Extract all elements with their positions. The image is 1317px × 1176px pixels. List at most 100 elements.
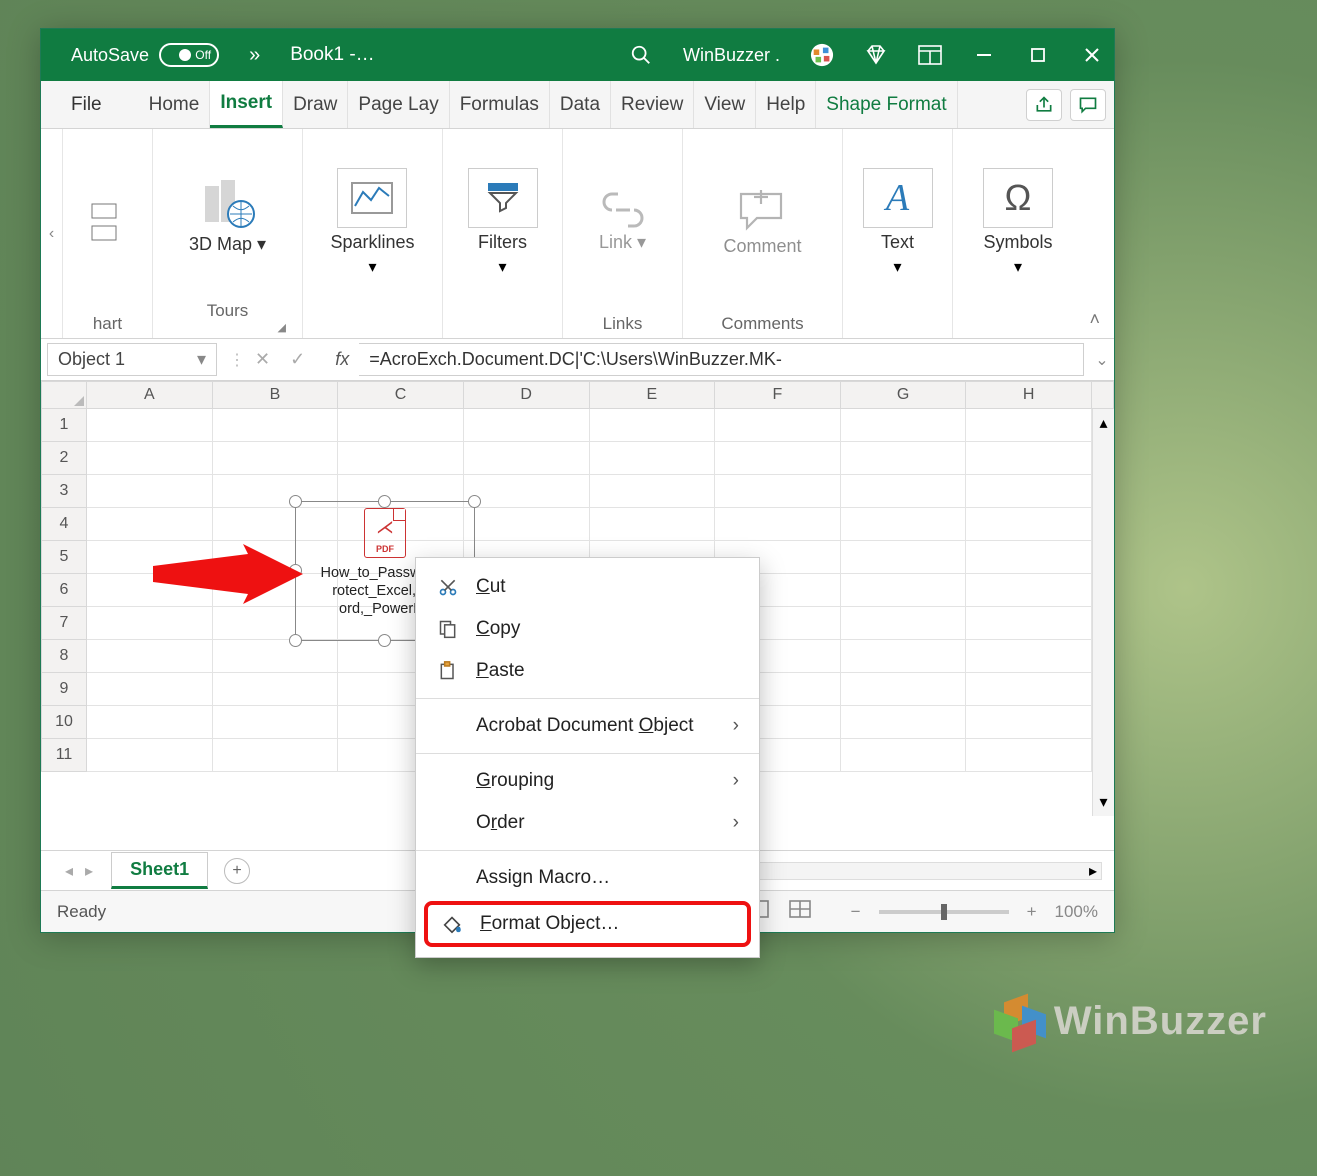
enter-icon[interactable]: ✓ xyxy=(290,349,305,370)
tab-home[interactable]: Home xyxy=(139,81,211,128)
row-header[interactable]: 3 xyxy=(41,475,87,508)
ribbon-scroll-left[interactable]: ‹ xyxy=(41,129,63,338)
zoom-out-button[interactable]: − xyxy=(851,902,861,922)
row-header[interactable]: 5 xyxy=(41,541,87,574)
cancel-icon[interactable]: ✕ xyxy=(255,349,270,370)
sheet-next-icon[interactable]: ▸ xyxy=(85,861,93,881)
row-header[interactable]: 10 xyxy=(41,706,87,739)
row-header[interactable]: 7 xyxy=(41,607,87,640)
column-header[interactable]: G xyxy=(841,381,967,409)
chevron-down-icon[interactable]: ▾ xyxy=(1014,257,1022,277)
column-header[interactable]: D xyxy=(464,381,590,409)
collapse-ribbon-icon[interactable]: ˄ xyxy=(1089,309,1100,330)
share-button[interactable] xyxy=(1026,89,1062,121)
row-header[interactable]: 9 xyxy=(41,673,87,706)
menu-acrobat-document-object[interactable]: Acrobat Document Object › xyxy=(416,705,759,747)
tab-formulas[interactable]: Formulas xyxy=(450,81,550,128)
zoom-in-button[interactable]: + xyxy=(1027,902,1037,922)
tab-shape-format[interactable]: Shape Format xyxy=(816,81,957,128)
row-header[interactable]: 8 xyxy=(41,640,87,673)
column-header[interactable]: A xyxy=(87,381,213,409)
account-name[interactable]: WinBuzzer . xyxy=(683,45,780,66)
scroll-right-icon[interactable]: ▸ xyxy=(1089,861,1097,881)
column-header[interactable]: E xyxy=(590,381,716,409)
fx-icon[interactable]: fx xyxy=(335,349,349,370)
globe-map-icon[interactable] xyxy=(197,178,257,230)
tab-review[interactable]: Review xyxy=(611,81,694,128)
filters-icon[interactable] xyxy=(468,168,538,228)
diamond-icon[interactable] xyxy=(864,43,888,67)
map-button-label[interactable]: 3D Map ▾ xyxy=(189,234,266,255)
column-header[interactable]: H xyxy=(966,381,1092,409)
sparklines-icon[interactable] xyxy=(337,168,407,228)
sparklines-button[interactable]: Sparklines xyxy=(330,232,414,253)
view-page-break-icon[interactable] xyxy=(789,900,811,923)
maximize-button[interactable] xyxy=(1026,43,1050,67)
horizontal-scrollbar[interactable]: ◂ ▸ xyxy=(742,862,1102,880)
chevron-down-icon[interactable]: ▾ xyxy=(368,257,376,277)
tab-page-layout[interactable]: Page Lay xyxy=(348,81,449,128)
formula-input[interactable]: =AcroExch.Document.DC|'C:\Users\WinBuzze… xyxy=(359,343,1084,376)
column-header[interactable]: B xyxy=(213,381,339,409)
comment-button: Comment xyxy=(723,236,801,257)
status-ready: Ready xyxy=(57,902,106,922)
document-title: Book1 -… xyxy=(290,44,374,66)
expand-formula-icon[interactable]: ⌄ xyxy=(1090,339,1114,380)
zoom-slider[interactable] xyxy=(879,910,1009,914)
group-label-comments: Comments xyxy=(721,308,803,334)
quick-access-overflow-icon[interactable]: » xyxy=(249,44,260,67)
text-button[interactable]: Text xyxy=(881,232,914,253)
column-header[interactable]: F xyxy=(715,381,841,409)
column-header[interactable]: C xyxy=(338,381,464,409)
chevron-right-icon: › xyxy=(733,715,739,737)
group-label: hart xyxy=(93,308,122,334)
row-header[interactable]: 1 xyxy=(41,409,87,442)
menu-cut[interactable]: Cut xyxy=(416,566,759,608)
menu-copy[interactable]: Copy xyxy=(416,608,759,650)
row-header[interactable]: 2 xyxy=(41,442,87,475)
scroll-up-icon[interactable]: ▴ xyxy=(1099,413,1107,433)
filters-button[interactable]: Filters xyxy=(478,232,527,253)
sheet-prev-icon[interactable]: ◂ xyxy=(65,861,73,881)
zoom-percent[interactable]: 100% xyxy=(1055,902,1098,922)
scissors-icon xyxy=(436,577,460,597)
titlebar: AutoSave Off » Book1 -… WinBuzzer . xyxy=(41,29,1114,81)
vertical-scrollbar[interactable]: ▴ ▾ xyxy=(1092,409,1114,816)
row-header[interactable]: 11 xyxy=(41,739,87,772)
tab-file[interactable]: File xyxy=(49,81,124,128)
chevron-right-icon: › xyxy=(733,812,739,834)
chart-partial-icon[interactable] xyxy=(88,198,128,248)
sheet-tab-sheet1[interactable]: Sheet1 xyxy=(111,852,208,889)
tab-view[interactable]: View xyxy=(694,81,756,128)
symbols-button[interactable]: Symbols xyxy=(983,232,1052,253)
comments-pane-button[interactable] xyxy=(1070,89,1106,121)
account-avatar-icon[interactable] xyxy=(810,43,834,67)
autosave-toggle[interactable]: AutoSave Off xyxy=(71,43,219,67)
tab-draw[interactable]: Draw xyxy=(283,81,348,128)
menu-grouping[interactable]: Grouping › xyxy=(416,760,759,802)
winbuzzer-logo-icon xyxy=(994,996,1044,1046)
tab-data[interactable]: Data xyxy=(550,81,611,128)
scroll-down-icon[interactable]: ▾ xyxy=(1099,792,1107,812)
tab-insert[interactable]: Insert xyxy=(210,81,283,128)
tab-help[interactable]: Help xyxy=(756,81,816,128)
menu-order[interactable]: Order › xyxy=(416,802,759,844)
text-icon[interactable]: A xyxy=(863,168,933,228)
chevron-down-icon[interactable]: ▾ xyxy=(893,257,901,277)
dialog-launcher-icon[interactable]: ◢ xyxy=(278,321,286,334)
ribbon-mode-icon[interactable] xyxy=(918,43,942,67)
menu-assign-macro[interactable]: Assign Macro… xyxy=(416,857,759,899)
minimize-button[interactable] xyxy=(972,43,996,67)
select-all-corner[interactable] xyxy=(41,381,87,409)
add-sheet-button[interactable]: + xyxy=(224,858,250,884)
chevron-down-icon[interactable]: ▾ xyxy=(197,349,206,370)
name-box[interactable]: Object 1 ▾ xyxy=(47,343,217,376)
row-header[interactable]: 4 xyxy=(41,508,87,541)
symbols-icon[interactable]: Ω xyxy=(983,168,1053,228)
menu-paste[interactable]: Paste xyxy=(416,650,759,692)
search-icon[interactable] xyxy=(629,43,653,67)
row-header[interactable]: 6 xyxy=(41,574,87,607)
close-button[interactable] xyxy=(1080,43,1104,67)
chevron-down-icon[interactable]: ▾ xyxy=(498,257,506,277)
menu-format-object[interactable]: Format Object… xyxy=(424,901,751,947)
